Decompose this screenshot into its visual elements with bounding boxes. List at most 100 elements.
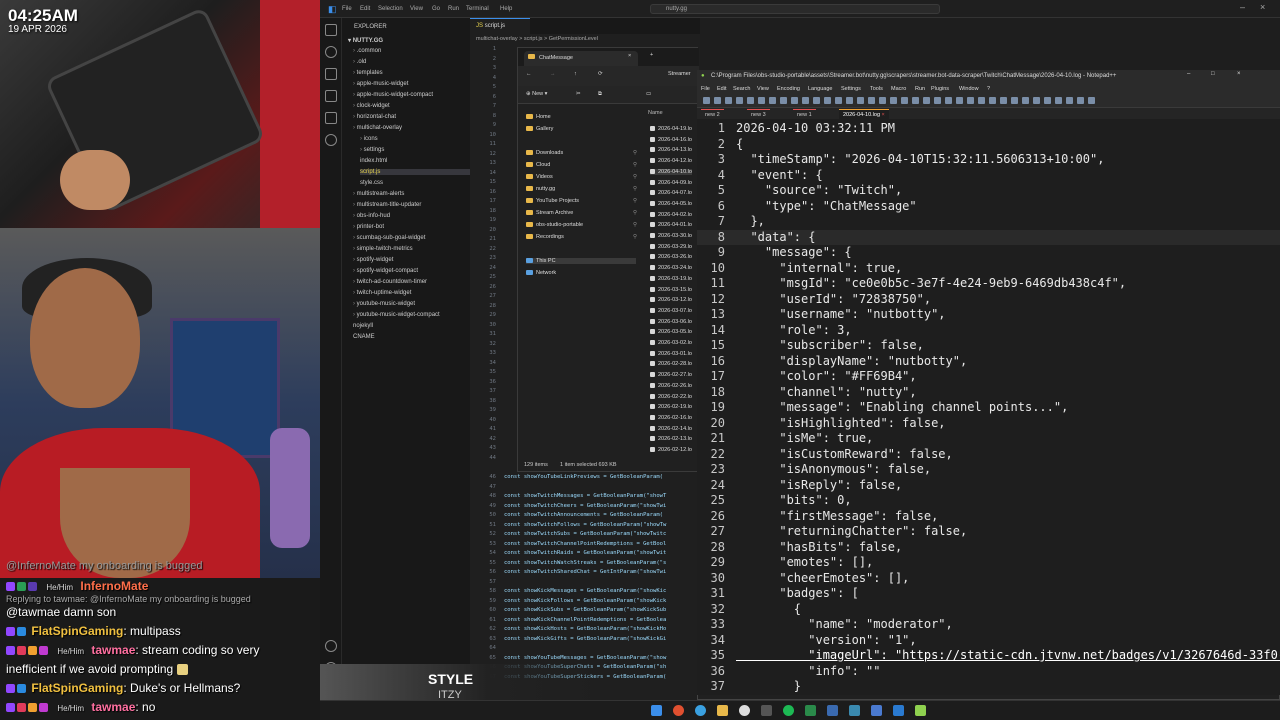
- menu-go[interactable]: Go: [432, 6, 440, 12]
- nav-item[interactable]: Cloud: [526, 162, 550, 168]
- file-row[interactable]: 2026-04-05.lo: [650, 201, 692, 207]
- explorer-item[interactable]: › simple-twitch-metrics: [353, 246, 413, 252]
- explorer-item[interactable]: › youtube-music-widget-compact: [353, 312, 440, 318]
- nav-item[interactable]: Videos: [526, 174, 553, 180]
- toolbar-icon[interactable]: [945, 97, 952, 104]
- new-button[interactable]: ⊕ New ▾: [526, 91, 547, 97]
- file-row[interactable]: 2026-04-19.lo: [650, 126, 692, 132]
- forward-icon[interactable]: →: [550, 71, 556, 77]
- explorer-item[interactable]: › clock-widget: [353, 103, 390, 109]
- nav-item[interactable]: Recordings: [526, 234, 564, 240]
- new-tab-icon[interactable]: +: [650, 52, 653, 58]
- explorer-item[interactable]: › multichat-overlay: [353, 125, 402, 131]
- toolbar-icon[interactable]: [1022, 97, 1029, 104]
- close-icon[interactable]: ×: [1260, 2, 1265, 12]
- search-icon[interactable]: [325, 46, 337, 58]
- menu-view[interactable]: View: [757, 86, 769, 92]
- explorer-item[interactable]: › templates: [353, 70, 383, 76]
- toolbar-icon[interactable]: [769, 97, 776, 104]
- address-bar[interactable]: Streamer: [668, 71, 691, 77]
- toolbar-icon[interactable]: [802, 97, 809, 104]
- explorer-item[interactable]: CNAME: [353, 334, 375, 340]
- file-row[interactable]: 2026-03-24.lo: [650, 265, 692, 271]
- file-row[interactable]: 2026-02-16.lo: [650, 415, 692, 421]
- app-icon[interactable]: [827, 705, 838, 716]
- nav-item[interactable]: YouTube Projects: [526, 198, 579, 204]
- menu-window[interactable]: Window: [959, 86, 979, 92]
- menu-help[interactable]: Help: [500, 6, 512, 12]
- file-row[interactable]: 2026-02-26.lo: [650, 383, 692, 389]
- explorer-item[interactable]: › printer-bot: [353, 224, 384, 230]
- browser-icon[interactable]: [673, 705, 684, 716]
- file-row[interactable]: 2026-02-13.lo: [650, 436, 692, 442]
- file-row[interactable]: 2026-03-19.lo: [650, 276, 692, 282]
- notepadpp-icon[interactable]: [915, 705, 926, 716]
- file-row[interactable]: 2026-04-13.lo: [650, 147, 692, 153]
- explorer-item[interactable]: › .common: [353, 48, 381, 54]
- toolbar-icon[interactable]: [1033, 97, 1040, 104]
- menu-help[interactable]: ?: [987, 86, 990, 92]
- menu-tools[interactable]: Tools: [870, 86, 883, 92]
- menu-file[interactable]: File: [701, 86, 710, 92]
- tab-new-2[interactable]: new 2: [701, 109, 724, 119]
- file-explorer-icon[interactable]: [717, 705, 728, 716]
- menu-language[interactable]: Language: [808, 86, 832, 92]
- tab-new-3[interactable]: new 3: [747, 109, 770, 119]
- file-row[interactable]: 2026-03-12.lo: [650, 297, 692, 303]
- menu-edit[interactable]: Edit: [717, 86, 726, 92]
- explorer-tab[interactable]: ChatMessage ×: [524, 51, 638, 66]
- menu-settings[interactable]: Settings: [841, 86, 861, 92]
- explorer-item[interactable]: › scumbag-sub-goal-widget: [353, 235, 425, 241]
- toolbar-icon[interactable]: [857, 97, 864, 104]
- explorer-item[interactable]: › youtube-music-widget: [353, 301, 415, 307]
- toolbar-icon[interactable]: [879, 97, 886, 104]
- nav-item[interactable]: Gallery: [526, 126, 553, 132]
- close-icon[interactable]: ×: [882, 112, 885, 118]
- toolbar-icon[interactable]: [1077, 97, 1084, 104]
- file-row[interactable]: 2026-04-12.lo: [650, 158, 692, 164]
- toolbar-icon[interactable]: [901, 97, 908, 104]
- toolbar-icon[interactable]: [890, 97, 897, 104]
- explorer-item[interactable]: › twitch-uptime-widget: [353, 290, 411, 296]
- menu-terminal[interactable]: Terminal: [466, 6, 489, 12]
- explorer-item[interactable]: › horizontal-chat: [353, 114, 396, 120]
- chrome-icon[interactable]: [739, 705, 750, 716]
- toolbar-icon[interactable]: [978, 97, 985, 104]
- file-row[interactable]: 2026-03-30.lo: [650, 233, 692, 239]
- file-row[interactable]: 2026-03-15.lo: [650, 287, 692, 293]
- toolbar-icon[interactable]: [1055, 97, 1062, 104]
- explorer-item[interactable]: › multistream-alerts: [353, 191, 404, 197]
- explorer-item[interactable]: › apple-music-widget: [353, 81, 408, 87]
- explorer-item[interactable]: › apple-music-widget-compact: [353, 92, 433, 98]
- nav-item[interactable]: Stream Archive: [526, 210, 573, 216]
- menu-plugins[interactable]: Plugins: [931, 86, 949, 92]
- minimize-icon[interactable]: –: [1240, 2, 1245, 12]
- file-row[interactable]: 2026-03-26.lo: [650, 254, 692, 260]
- nav-item[interactable]: This PC: [526, 258, 636, 264]
- extensions-icon[interactable]: [325, 112, 337, 124]
- file-row[interactable]: 2026-02-28.lo: [650, 361, 692, 367]
- file-row[interactable]: 2026-03-06.lo: [650, 319, 692, 325]
- toolbar-icon[interactable]: [780, 97, 787, 104]
- explorer-item[interactable]: nojekyll: [353, 323, 373, 329]
- file-row[interactable]: 2026-04-09.lo: [650, 180, 692, 186]
- file-row[interactable]: 2026-03-01.lo: [650, 351, 692, 357]
- file-row[interactable]: 2026-03-05.lo: [650, 329, 692, 335]
- source-control-icon[interactable]: [325, 68, 337, 80]
- explorer-item[interactable]: › icons: [360, 136, 378, 142]
- start-icon[interactable]: [651, 705, 662, 716]
- close-icon[interactable]: ×: [1237, 71, 1241, 77]
- toolbar-icon[interactable]: [1044, 97, 1051, 104]
- vscode-icon[interactable]: [893, 705, 904, 716]
- toolbar-icon[interactable]: [912, 97, 919, 104]
- refresh-icon[interactable]: ⟳: [598, 71, 603, 77]
- menu-encoding[interactable]: Encoding: [777, 86, 800, 92]
- file-row[interactable]: 2026-03-07.lo: [650, 308, 692, 314]
- menu-run[interactable]: Run: [915, 86, 925, 92]
- explorer-item[interactable]: › .old: [353, 59, 366, 65]
- menu-selection[interactable]: Selection: [378, 6, 403, 12]
- explorer-item[interactable]: style.css: [360, 180, 383, 186]
- nav-item[interactable]: Network: [526, 270, 556, 276]
- file-row[interactable]: 2026-04-07.lo: [650, 190, 692, 196]
- explorer-item[interactable]: index.html: [360, 158, 387, 164]
